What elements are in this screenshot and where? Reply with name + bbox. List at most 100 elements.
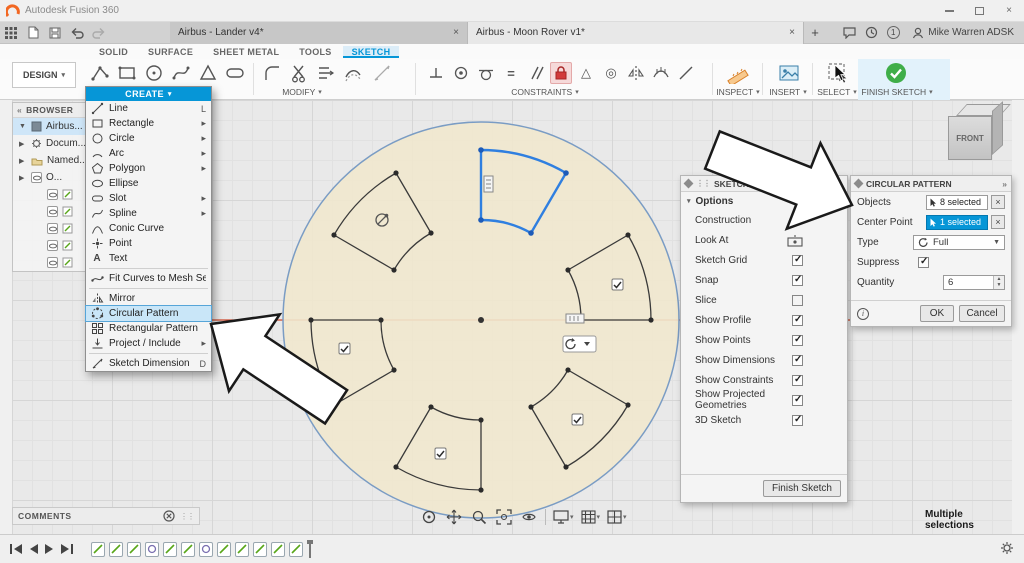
fit-view-icon[interactable] — [495, 508, 513, 526]
tab-close-icon[interactable]: × — [453, 27, 459, 38]
select-tool-icon[interactable] — [826, 61, 850, 85]
clear-objects-button[interactable]: × — [991, 195, 1005, 209]
expand-icon[interactable]: ▶ — [19, 157, 27, 165]
menu-item-project-include[interactable]: Project / Include ▸ — [86, 336, 211, 351]
timeline-feature-icon[interactable] — [127, 541, 141, 557]
visibility-icon[interactable] — [47, 223, 58, 234]
expand-panel-icon[interactable]: » — [1002, 179, 1007, 189]
document-tab-lander[interactable]: Airbus - Lander v4* × — [170, 21, 468, 44]
show-points-checkbox[interactable] — [792, 334, 803, 346]
stepper-arrows[interactable]: ▲ ▼ — [993, 275, 1004, 289]
design-dropdown[interactable]: DESIGN ▾ — [12, 62, 76, 88]
fillet-tool-icon[interactable] — [260, 61, 284, 85]
menu-item-circular-pattern[interactable]: Circular Pattern — [85, 305, 212, 322]
menu-item-text[interactable]: A Text — [86, 251, 211, 266]
visibility-icon[interactable] — [47, 206, 58, 217]
spline-tool-icon[interactable] — [169, 61, 193, 85]
show-dimensions-checkbox[interactable] — [792, 354, 803, 366]
menu-item-rectangle[interactable]: Rectangle ▸ — [86, 116, 211, 131]
finish-sketch-icon[interactable] — [884, 61, 908, 85]
info-icon[interactable]: i — [857, 307, 869, 320]
create-menu-header[interactable]: CREATE ▾ — [86, 87, 211, 101]
menu-item-ellipse[interactable]: Ellipse — [86, 176, 211, 191]
show-profile-checkbox[interactable] — [792, 314, 803, 326]
skip-to-end-icon[interactable] — [61, 544, 73, 554]
tab-close-icon[interactable]: × — [789, 27, 795, 38]
tab-tools[interactable]: TOOLS — [290, 46, 340, 58]
inspect-measure-icon[interactable] — [726, 61, 750, 85]
expand-icon[interactable]: ▼ — [19, 123, 27, 130]
inspect-group-label[interactable]: INSPECT ▾ — [716, 87, 759, 97]
view-cube-right-face[interactable] — [992, 101, 1003, 155]
maximize-button[interactable] — [964, 0, 994, 22]
concentric-constraint-icon[interactable]: ◎ — [600, 62, 622, 84]
notification-badge[interactable]: 1 — [882, 22, 904, 44]
expand-icon[interactable]: ▶ — [19, 174, 27, 182]
options-section[interactable]: ▾ Options — [681, 192, 847, 210]
new-tab-icon[interactable]: + — [804, 22, 826, 44]
cancel-button[interactable]: Cancel — [959, 305, 1005, 322]
timeline-feature-icon[interactable] — [235, 541, 249, 557]
save-icon[interactable] — [44, 22, 66, 44]
slice-checkbox[interactable] — [792, 294, 803, 306]
parallel-constraint-icon[interactable] — [525, 62, 547, 84]
menu-item-sketch-dimension[interactable]: Sketch Dimension D — [86, 356, 211, 371]
finish-sketch-group-label[interactable]: FINISH SKETCH ▾ — [861, 87, 932, 97]
comment-bubble-icon[interactable] — [838, 22, 860, 44]
snap-checkbox[interactable] — [792, 274, 803, 286]
drag-grip-icon[interactable]: ⋮⋮ — [180, 512, 195, 521]
3d-sketch-checkbox[interactable] — [792, 414, 803, 426]
insert-group-label[interactable]: INSERT ▾ — [769, 87, 807, 97]
modify-group-label[interactable]: MODIFY ▾ — [282, 87, 322, 97]
menu-item-point[interactable]: Point — [86, 236, 211, 251]
menu-item-slot[interactable]: Slot ▸ — [86, 191, 211, 206]
tab-surface[interactable]: SURFACE — [139, 46, 202, 58]
sketch-grid-checkbox[interactable] — [792, 254, 803, 266]
midpoint-constraint-icon[interactable]: △ — [575, 62, 597, 84]
redo-icon[interactable] — [88, 22, 110, 44]
timeline-settings-gear-icon[interactable] — [1000, 541, 1014, 558]
play-icon[interactable] — [45, 544, 54, 554]
timeline-feature-icon[interactable] — [289, 541, 303, 557]
visibility-icon[interactable] — [47, 257, 58, 268]
sketch-palette-header[interactable]: ⋮⋮ SKETCH PALETTE » — [681, 176, 847, 192]
app-grid-icon[interactable] — [0, 22, 22, 44]
menu-item-rectangular-pattern[interactable]: Rectangular Pattern — [86, 321, 211, 336]
slot-tool-icon[interactable] — [223, 61, 247, 85]
expand-icon[interactable]: ▶ — [19, 140, 27, 148]
visibility-icon[interactable] — [31, 172, 42, 183]
view-cube-front-face[interactable]: FRONT — [948, 116, 992, 160]
menu-item-line[interactable]: Line L — [86, 101, 211, 116]
finish-sketch-button[interactable]: Finish Sketch — [762, 480, 841, 497]
job-status-icon[interactable] — [860, 22, 882, 44]
step-back-icon[interactable] — [29, 544, 38, 554]
horizontal-vertical-constraint-icon[interactable] — [425, 62, 447, 84]
menu-item-circle[interactable]: Circle ▸ — [86, 131, 211, 146]
circle-tool-icon[interactable] — [142, 61, 166, 85]
menu-item-conic-curve[interactable]: Conic Curve — [86, 221, 211, 236]
zoom-icon[interactable] — [470, 508, 488, 526]
type-dropdown[interactable]: Full ▼ — [913, 234, 1005, 250]
collinear-constraint-icon[interactable] — [675, 62, 697, 84]
insert-canvas-icon[interactable] — [777, 61, 801, 85]
tab-sheet-metal[interactable]: SHEET METAL — [204, 46, 288, 58]
minimize-button[interactable] — [934, 0, 964, 22]
menu-item-fit-curves-to-mesh-section[interactable]: Fit Curves to Mesh Section — [86, 271, 211, 286]
file-menu-icon[interactable] — [22, 22, 44, 44]
comments-bar[interactable]: COMMENTS ⋮⋮ — [12, 507, 200, 525]
timeline-feature-icon[interactable] — [199, 541, 213, 557]
constraints-group-label[interactable]: CONSTRAINTS ▾ — [511, 87, 578, 97]
construction-icon[interactable] — [787, 214, 803, 227]
polygon-tool-icon[interactable] — [196, 61, 220, 85]
quantity-stepper[interactable]: 6 ▲ ▼ — [943, 274, 1005, 290]
show-projected-geometries-checkbox[interactable] — [792, 394, 803, 406]
menu-item-arc[interactable]: Arc ▸ — [86, 146, 211, 161]
origin-point[interactable] — [478, 317, 484, 323]
tangent-constraint-icon[interactable] — [475, 62, 497, 84]
timeline-feature-icon[interactable] — [91, 541, 105, 557]
menu-item-polygon[interactable]: Polygon ▸ — [86, 161, 211, 176]
rotate-handle[interactable] — [562, 335, 597, 353]
clear-center-point-button[interactable]: × — [991, 215, 1005, 229]
timeline-feature-icon[interactable] — [271, 541, 285, 557]
coincident-constraint-icon[interactable] — [450, 62, 472, 84]
